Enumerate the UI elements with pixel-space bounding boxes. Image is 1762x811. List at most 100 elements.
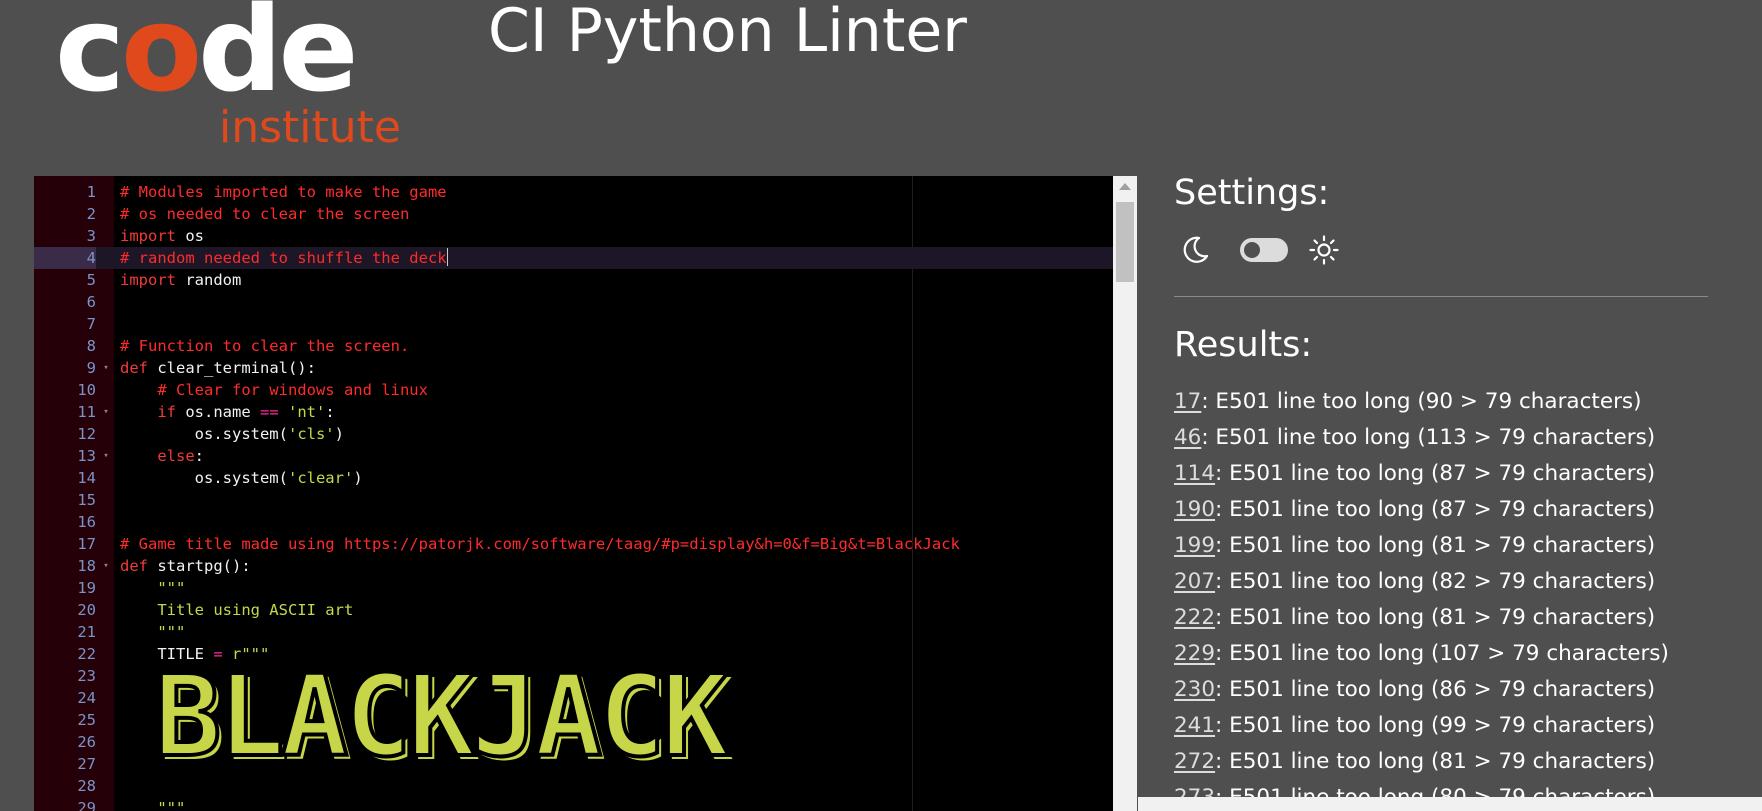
fold-arrow-icon[interactable]: ▾ bbox=[100, 445, 112, 467]
line-number: 21 bbox=[77, 623, 96, 641]
result-line-link[interactable]: 229 bbox=[1174, 641, 1215, 666]
code-line[interactable]: 17 # Game title made using https://patorj… bbox=[34, 533, 1114, 555]
code-token: os bbox=[176, 227, 204, 245]
code-line[interactable]: 29 """ bbox=[34, 797, 1114, 811]
result-line-link[interactable]: 114 bbox=[1174, 461, 1215, 486]
horizontal-scrollbar-strip[interactable] bbox=[1138, 797, 1762, 811]
code-token: : bbox=[194, 447, 204, 465]
code-token: # Function to clear the screen. bbox=[120, 337, 410, 355]
code-text: # Modules imported to make the game bbox=[120, 181, 447, 203]
line-number: 12 bbox=[77, 425, 96, 443]
code-line[interactable]: 6 bbox=[34, 291, 1114, 313]
result-message: : E501 line too long (81 > 79 characters… bbox=[1215, 533, 1656, 558]
code-line[interactable]: 3 import os bbox=[34, 225, 1114, 247]
line-number: 25 bbox=[77, 711, 96, 729]
logo-c: c bbox=[55, 0, 125, 118]
fold-arrow-icon[interactable]: ▾ bbox=[100, 357, 112, 379]
logo-code-text: code bbox=[55, 0, 359, 108]
code-token: 'clear' bbox=[287, 469, 354, 487]
result-line-link[interactable]: 222 bbox=[1174, 605, 1215, 630]
code-text: # os needed to clear the screen bbox=[120, 203, 409, 225]
line-number: 24 bbox=[77, 689, 96, 707]
code-line[interactable]: 7 bbox=[34, 313, 1114, 335]
line-number: 16 bbox=[77, 513, 96, 531]
line-number: 22 bbox=[77, 645, 96, 663]
result-message: : E501 line too long (90 > 79 characters… bbox=[1201, 389, 1642, 414]
code-token: : bbox=[325, 403, 335, 421]
result-item: 230: E501 line too long (86 > 79 charact… bbox=[1174, 672, 1714, 708]
code-line[interactable]: 11 ▾ if os.name == 'nt': bbox=[34, 401, 1114, 423]
moon-icon bbox=[1183, 236, 1209, 263]
line-number: 15 bbox=[77, 491, 96, 509]
code-text: # Function to clear the screen. bbox=[120, 335, 409, 357]
line-number: 6 bbox=[86, 293, 96, 311]
code-line[interactable]: 9 ▾ def clear_terminal(): bbox=[34, 357, 1114, 379]
line-number: 4 bbox=[34, 247, 96, 269]
line-number: 10 bbox=[77, 381, 96, 399]
result-message: : E501 line too long (82 > 79 characters… bbox=[1215, 569, 1656, 594]
theme-toggle[interactable] bbox=[1240, 238, 1288, 262]
code-token: ) bbox=[353, 469, 363, 487]
code-editor[interactable]: 1 # Modules imported to make the game 2 # o… bbox=[34, 176, 1137, 811]
code-line[interactable]: 20 Title using ASCII art bbox=[34, 599, 1114, 621]
code-text: """ bbox=[120, 797, 185, 811]
code-line[interactable]: 4 # random needed to shuffle the deck bbox=[34, 247, 1114, 269]
fold-arrow-icon[interactable]: ▾ bbox=[100, 555, 112, 577]
code-line[interactable]: 8 # Function to clear the screen. bbox=[34, 335, 1114, 357]
code-line[interactable]: 10 # Clear for windows and linux bbox=[34, 379, 1114, 401]
code-line[interactable]: 2 # os needed to clear the screen bbox=[34, 203, 1114, 225]
result-item: 17: E501 line too long (90 > 79 characte… bbox=[1174, 384, 1714, 420]
result-item: 241: E501 line too long (99 > 79 charact… bbox=[1174, 708, 1714, 744]
code-token: 'nt' bbox=[288, 403, 326, 421]
toggle-knob bbox=[1244, 242, 1260, 258]
code-line[interactable]: 14 os.system('clear') bbox=[34, 467, 1114, 489]
logo-de: de bbox=[198, 0, 358, 118]
code-text: # Clear for windows and linux bbox=[120, 379, 428, 401]
code-line[interactable]: 13 ▾ else: bbox=[34, 445, 1114, 467]
code-line[interactable]: 15 bbox=[34, 489, 1114, 511]
results-list: 17: E501 line too long (90 > 79 characte… bbox=[1174, 384, 1714, 811]
code-line[interactable]: 16 bbox=[34, 511, 1114, 533]
code-token: # random needed to shuffle the deck bbox=[120, 249, 447, 267]
result-message: : E501 line too long (81 > 79 characters… bbox=[1215, 605, 1656, 630]
result-line-link[interactable]: 207 bbox=[1174, 569, 1215, 594]
line-number: 28 bbox=[77, 777, 96, 795]
code-token: import bbox=[120, 227, 176, 245]
result-item: 46: E501 line too long (113 > 79 charact… bbox=[1174, 420, 1714, 456]
code-line[interactable]: 21 """ bbox=[34, 621, 1114, 643]
editor-scrollbar[interactable] bbox=[1113, 176, 1137, 811]
result-line-link[interactable]: 241 bbox=[1174, 713, 1215, 738]
result-line-link[interactable]: 17 bbox=[1174, 389, 1201, 414]
fold-arrow-icon[interactable]: ▾ bbox=[100, 401, 112, 423]
result-line-link[interactable]: 199 bbox=[1174, 533, 1215, 558]
code-line[interactable]: 12 os.system('cls') bbox=[34, 423, 1114, 445]
code-line[interactable]: 5 import random bbox=[34, 269, 1114, 291]
line-number: 7 bbox=[86, 315, 96, 333]
code-line[interactable]: 1 # Modules imported to make the game bbox=[34, 181, 1114, 203]
scroll-up-arrow-icon[interactable] bbox=[1119, 183, 1131, 190]
line-number: 2 bbox=[86, 205, 96, 223]
line-number: 17 bbox=[77, 535, 96, 553]
logo-institute-text: institute bbox=[219, 102, 401, 153]
line-number: 5 bbox=[86, 271, 96, 289]
logo-o: o bbox=[120, 0, 202, 118]
line-number: 11 bbox=[77, 403, 96, 421]
result-line-link[interactable]: 272 bbox=[1174, 749, 1215, 774]
sun-icon bbox=[1309, 235, 1339, 265]
code-line[interactable]: 18 ▾ def startpg(): bbox=[34, 555, 1114, 577]
result-message: : E501 line too long (81 > 79 characters… bbox=[1215, 749, 1656, 774]
side-panel: Settings: Results: 17: E501 line too lon… bbox=[1138, 176, 1762, 811]
scroll-thumb[interactable] bbox=[1116, 202, 1134, 282]
code-line[interactable]: 19 """ bbox=[34, 577, 1114, 599]
result-line-link[interactable]: 230 bbox=[1174, 677, 1215, 702]
code-text: if os.name == 'nt': bbox=[120, 401, 335, 423]
result-line-link[interactable]: 46 bbox=[1174, 425, 1201, 450]
code-token: clear_terminal(): bbox=[148, 359, 316, 377]
code-institute-logo: code institute bbox=[55, 0, 401, 150]
line-number: 18 bbox=[77, 557, 96, 575]
result-line-link[interactable]: 190 bbox=[1174, 497, 1215, 522]
